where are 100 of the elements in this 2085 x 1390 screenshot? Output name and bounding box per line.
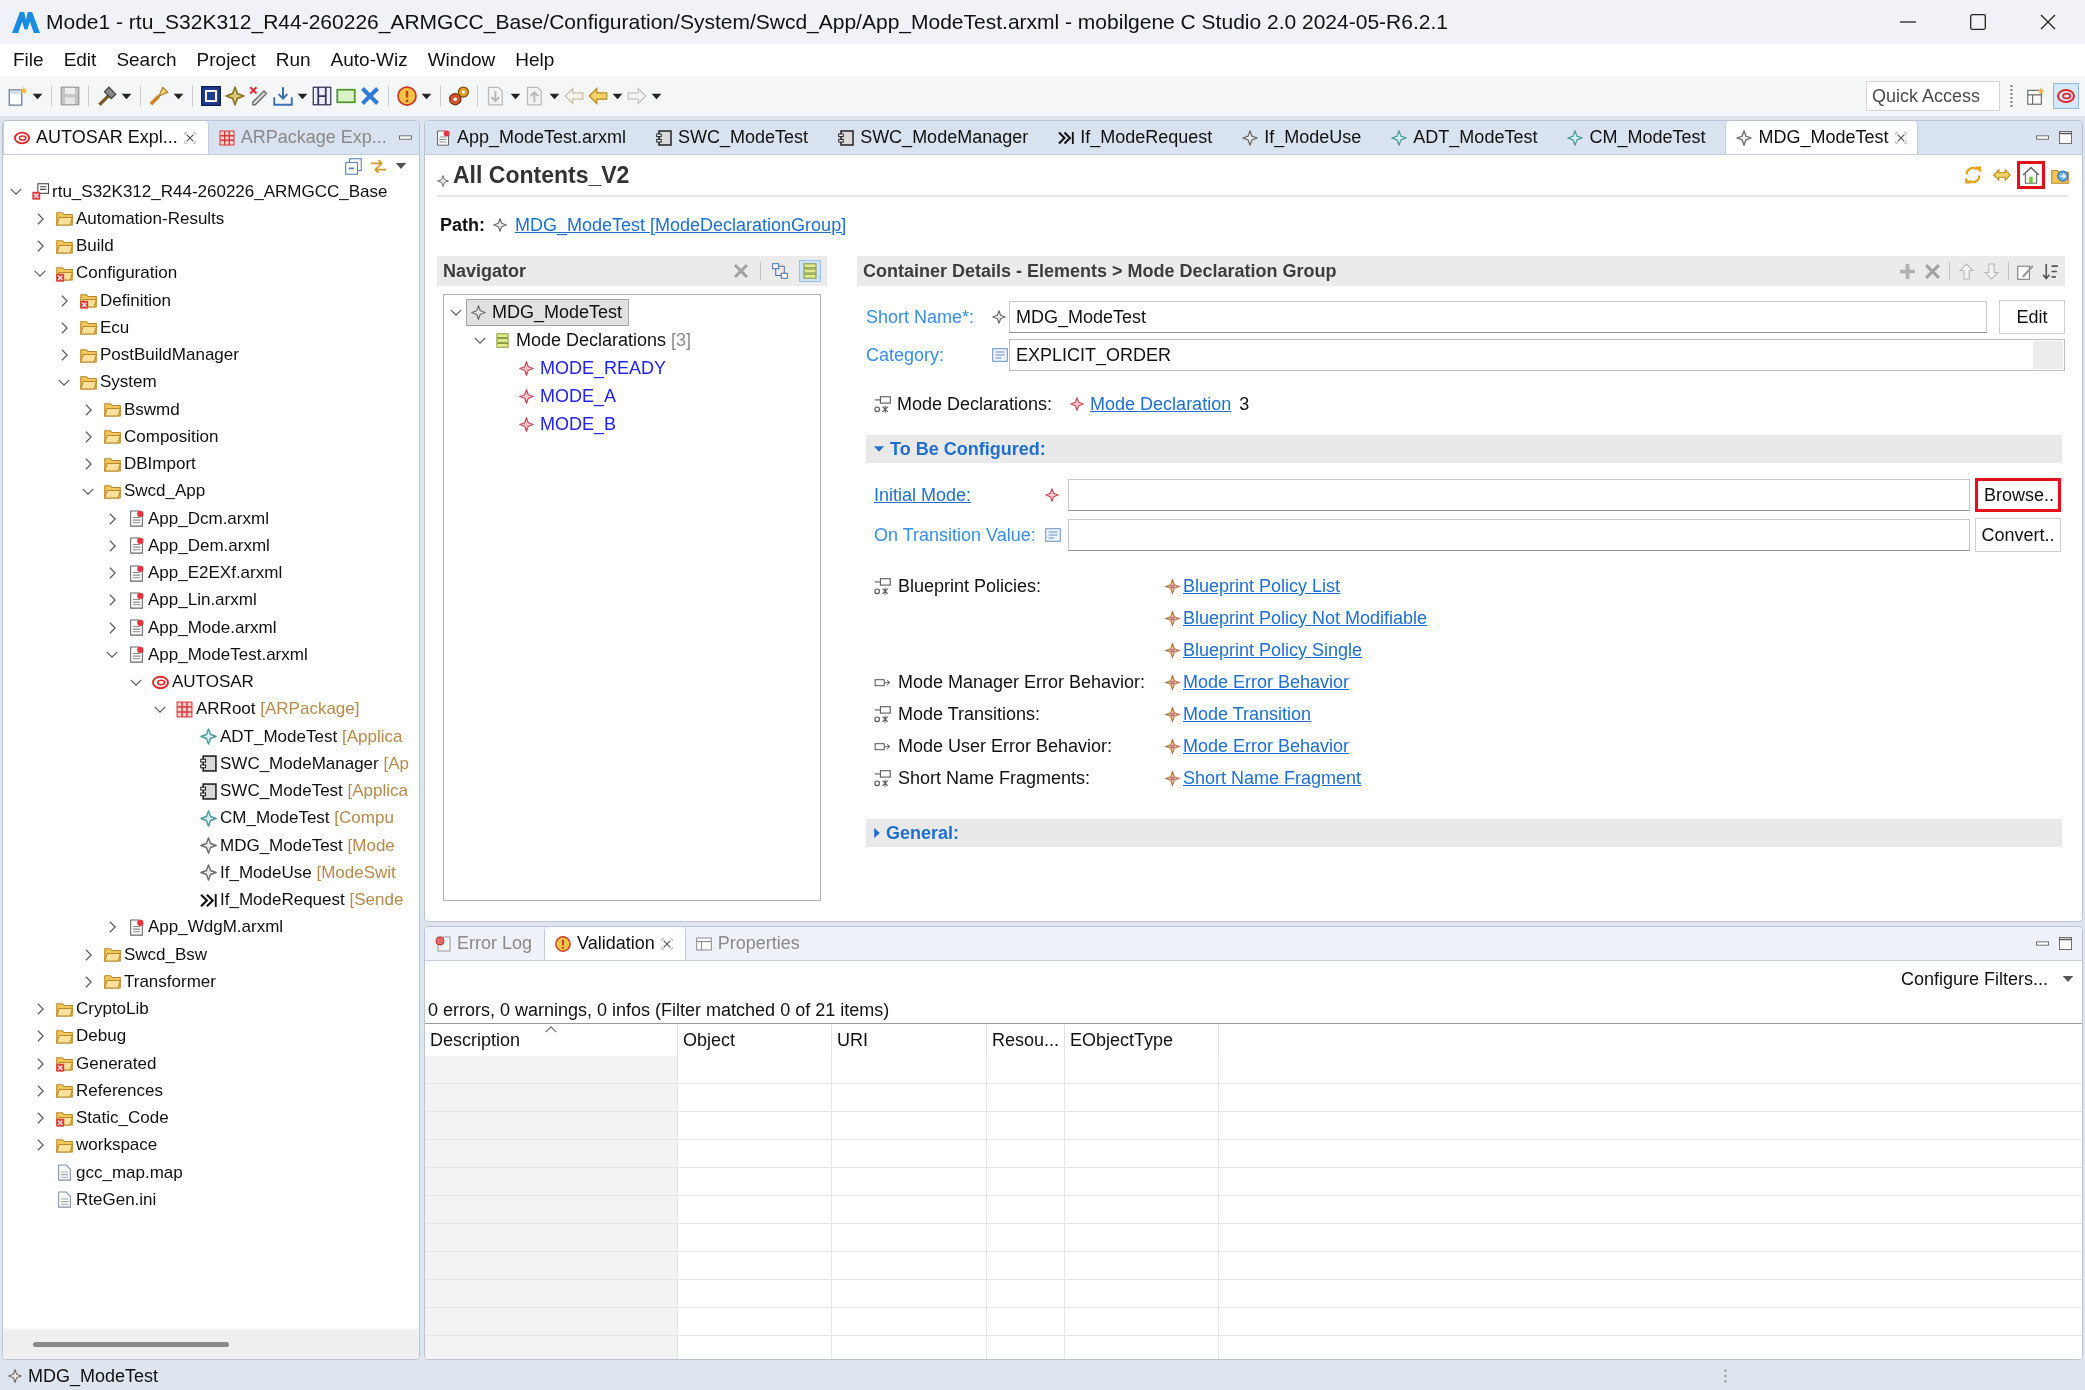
combo-box[interactable]: EXPLICIT_ORDER bbox=[1009, 339, 2065, 371]
link[interactable]: Mode Declaration bbox=[1090, 393, 1232, 415]
tray-arrow-icon[interactable] bbox=[273, 86, 293, 106]
menu-item[interactable]: Window bbox=[417, 49, 506, 71]
menu-item[interactable]: Auto-Wiz bbox=[320, 49, 418, 71]
tree-item[interactable]: Ecu bbox=[80, 315, 130, 340]
tree-item[interactable]: PostBuildManager bbox=[80, 343, 239, 368]
chevron-icon[interactable] bbox=[84, 458, 92, 471]
chevron-icon[interactable] bbox=[108, 621, 116, 634]
section-header[interactable]: To Be Configured: bbox=[866, 435, 2062, 463]
close-icon[interactable] bbox=[1894, 131, 1907, 144]
view-menu-icon[interactable] bbox=[2062, 975, 2074, 983]
menu-item[interactable]: Search bbox=[106, 49, 187, 71]
dropdown-caret-icon[interactable] bbox=[421, 92, 432, 100]
chevron-icon[interactable] bbox=[60, 321, 68, 334]
editor-tab[interactable]: ADT_ModeTest bbox=[1381, 121, 1558, 154]
link[interactable]: Mode Error Behavior bbox=[1183, 735, 1350, 757]
chevron-icon[interactable] bbox=[106, 651, 118, 659]
tree-item[interactable]: Transformer bbox=[104, 969, 216, 994]
menu-item[interactable]: File bbox=[3, 49, 54, 71]
link[interactable]: Short Name Fragment bbox=[1183, 767, 1362, 789]
edit-button[interactable]: Edit bbox=[1999, 300, 2065, 334]
editor-tab[interactable]: MDG_ModeTest bbox=[1725, 121, 1918, 154]
tree-item[interactable]: Static_Code bbox=[56, 1106, 169, 1131]
tree-item[interactable]: If_ModeRequest [Sende bbox=[200, 888, 404, 913]
tree-item[interactable]: App_WdgM.arxml bbox=[128, 915, 284, 940]
input-field[interactable] bbox=[1068, 519, 1970, 551]
link[interactable]: Mode Transition bbox=[1183, 703, 1312, 725]
editor-tab[interactable]: CM_ModeTest bbox=[1557, 121, 1726, 154]
chevron-icon[interactable] bbox=[36, 212, 44, 225]
layout-icon[interactable] bbox=[769, 260, 791, 282]
editor-tab[interactable]: If_ModeUse bbox=[1232, 121, 1382, 154]
editor-tab[interactable]: If_ModeRequest bbox=[1048, 121, 1233, 154]
tree-item[interactable]: workspace bbox=[56, 1133, 158, 1158]
collapse-all-icon[interactable] bbox=[345, 157, 362, 175]
chevron-icon[interactable] bbox=[10, 188, 22, 196]
link[interactable]: Mode Error Behavior bbox=[1183, 671, 1350, 693]
tree-item[interactable]: Configuration bbox=[56, 261, 178, 286]
home-icon[interactable] bbox=[2017, 161, 2045, 189]
tree-item[interactable]: MODE_READY bbox=[514, 354, 674, 382]
tree-item[interactable]: Swcd_App bbox=[104, 479, 206, 504]
tree-item[interactable]: App_Lin.arxml bbox=[128, 588, 257, 613]
scrollbar-thumb[interactable] bbox=[33, 1341, 229, 1347]
chevron-icon[interactable] bbox=[108, 594, 116, 607]
cross-tool-icon[interactable] bbox=[360, 86, 380, 106]
tree-item[interactable]: Bswmd bbox=[104, 397, 180, 422]
view-tab[interactable]: AUTOSAR Expl... bbox=[3, 121, 209, 154]
tree-item[interactable]: MODE_A bbox=[514, 382, 624, 410]
tree-item[interactable]: Swcd_Bsw bbox=[104, 942, 208, 967]
dropdown-caret-icon[interactable] bbox=[549, 92, 560, 100]
chevron-icon[interactable] bbox=[34, 269, 46, 277]
close-icon[interactable] bbox=[183, 131, 196, 144]
tree-item[interactable]: Build bbox=[56, 234, 114, 259]
edit-cross-icon[interactable] bbox=[249, 86, 269, 106]
convert-button[interactable]: Convert.. bbox=[1975, 518, 2061, 552]
chevron-icon[interactable] bbox=[84, 430, 92, 443]
chevron-icon[interactable] bbox=[450, 308, 462, 316]
chevron-icon[interactable] bbox=[36, 240, 44, 253]
link[interactable]: Blueprint Policy List bbox=[1183, 575, 1341, 597]
minimize-icon[interactable] bbox=[2036, 941, 2049, 946]
maximize-icon[interactable] bbox=[2059, 937, 2072, 950]
dropdown-caret-icon[interactable] bbox=[651, 92, 662, 100]
link[interactable]: Blueprint Policy Not Modifiable bbox=[1183, 607, 1428, 629]
tree-item[interactable]: App_Mode.arxml bbox=[128, 615, 277, 640]
tree-item[interactable]: Debug bbox=[56, 1024, 127, 1049]
chevron-icon[interactable] bbox=[36, 1112, 44, 1125]
close-icon[interactable] bbox=[660, 937, 673, 950]
menu-item[interactable]: Help bbox=[505, 49, 565, 71]
tree-item[interactable]: RteGen.ini bbox=[56, 1187, 157, 1212]
maximize-icon[interactable] bbox=[2059, 131, 2072, 144]
path-link[interactable]: MDG_ModeTest [ModeDeclarationGroup] bbox=[515, 214, 847, 236]
tree-item[interactable]: Mode Declarations [3] bbox=[490, 326, 699, 354]
chevron-icon[interactable] bbox=[130, 678, 142, 686]
dropdown-caret-icon[interactable] bbox=[612, 92, 623, 100]
chevron-icon[interactable] bbox=[84, 948, 92, 961]
tree-item[interactable]: If_ModeUse [ModeSwit bbox=[200, 860, 396, 885]
tree-item[interactable]: AUTOSAR bbox=[152, 670, 254, 695]
chevron-icon[interactable] bbox=[60, 349, 68, 362]
chevron-icon[interactable] bbox=[84, 975, 92, 988]
horizontal-scrollbar[interactable] bbox=[3, 1329, 419, 1359]
field-link[interactable]: Initial Mode: bbox=[874, 484, 972, 506]
tree-item[interactable]: Definition bbox=[80, 288, 171, 313]
tree-item[interactable]: MODE_B bbox=[514, 410, 624, 438]
tree-item[interactable]: rtu_S32K312_R44-260226_ARMGCC_Base bbox=[32, 179, 388, 204]
tree-item[interactable]: gcc_map.map bbox=[56, 1160, 183, 1185]
menu-item[interactable]: Run bbox=[265, 49, 321, 71]
editor-tab[interactable]: SWC_ModeManager bbox=[828, 121, 1049, 154]
close-icon[interactable] bbox=[2040, 14, 2056, 30]
tree-item[interactable]: ADT_ModeTest [Applica bbox=[200, 724, 403, 749]
dropdown-caret-icon[interactable] bbox=[32, 92, 43, 100]
tree-item[interactable]: App_Dcm.arxml bbox=[128, 506, 269, 531]
tree-item[interactable]: App_E2EXf.arxml bbox=[128, 561, 283, 586]
menu-item[interactable]: Edit bbox=[53, 49, 107, 71]
tree-item[interactable]: SWC_ModeManager [Ap bbox=[200, 751, 409, 776]
chevron-icon[interactable] bbox=[108, 921, 116, 934]
section-header[interactable]: General: bbox=[866, 819, 2062, 847]
chevron-icon[interactable] bbox=[82, 487, 94, 495]
square-tool-icon[interactable] bbox=[201, 86, 221, 106]
input-field[interactable] bbox=[1068, 479, 1970, 511]
maximize-icon[interactable] bbox=[1970, 14, 1986, 30]
